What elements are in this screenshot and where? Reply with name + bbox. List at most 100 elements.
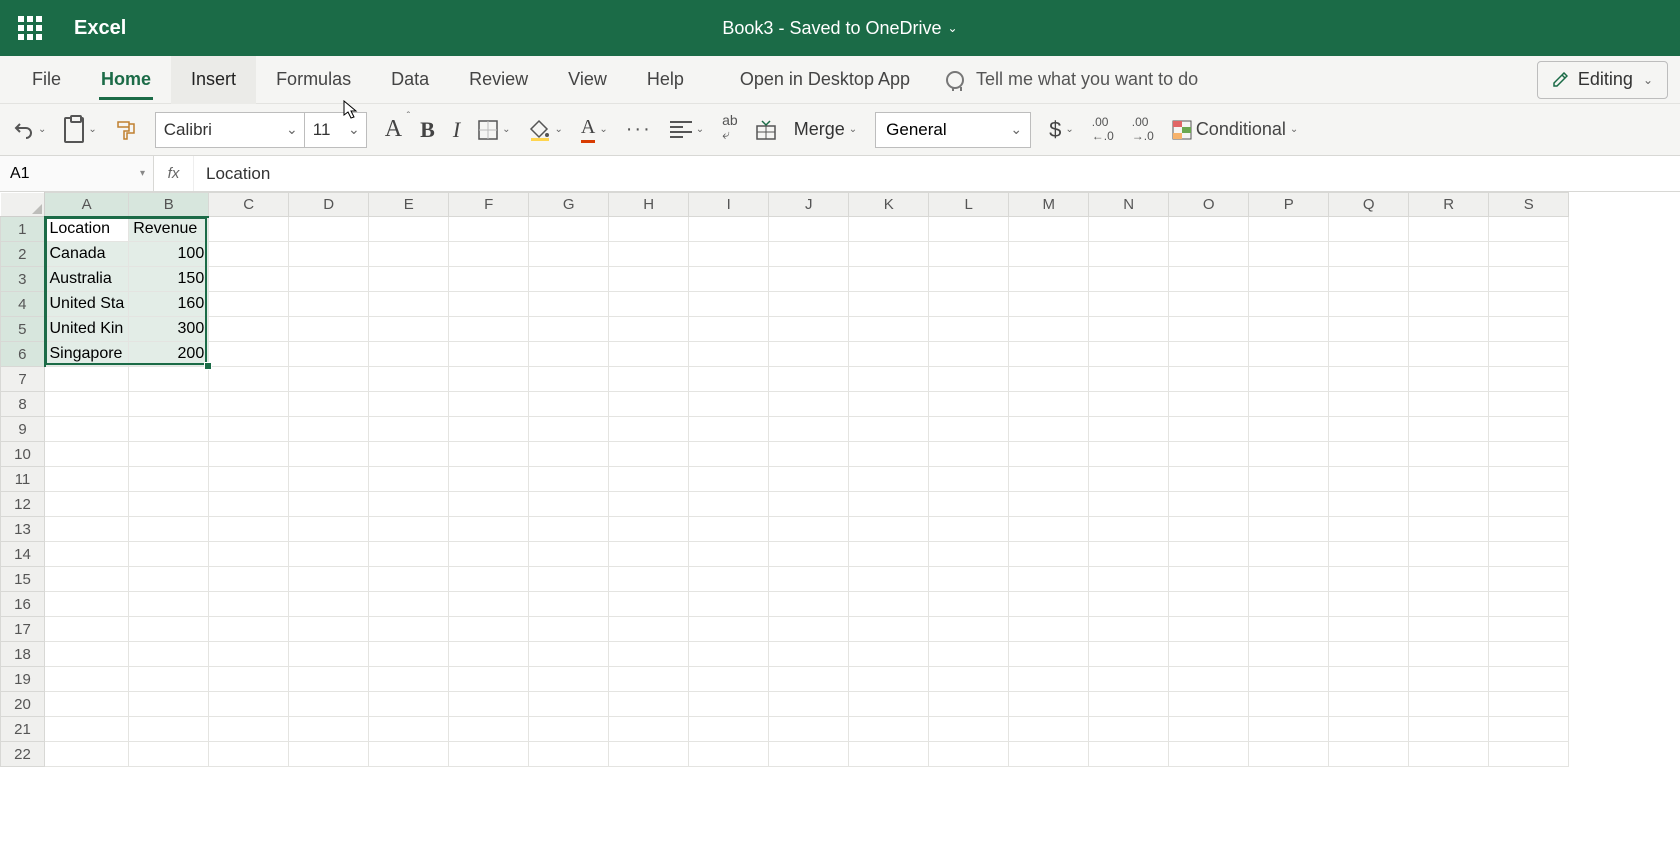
cell-B5[interactable]: 300 (129, 317, 209, 342)
cell-N4[interactable] (1089, 292, 1169, 317)
row-header-17[interactable]: 17 (1, 617, 45, 642)
cell-H2[interactable] (609, 242, 689, 267)
cell-R11[interactable] (1409, 467, 1489, 492)
cell-J7[interactable] (769, 367, 849, 392)
cell-K14[interactable] (849, 542, 929, 567)
cell-D3[interactable] (289, 267, 369, 292)
cell-C6[interactable] (209, 342, 289, 367)
cell-H15[interactable] (609, 567, 689, 592)
cell-R3[interactable] (1409, 267, 1489, 292)
row-header-11[interactable]: 11 (1, 467, 45, 492)
cell-N12[interactable] (1089, 492, 1169, 517)
font-name-select[interactable]: Calibri (155, 112, 305, 148)
cell-N16[interactable] (1089, 592, 1169, 617)
cell-J18[interactable] (769, 642, 849, 667)
cell-J13[interactable] (769, 517, 849, 542)
cell-K9[interactable] (849, 417, 929, 442)
row-header-4[interactable]: 4 (1, 292, 45, 317)
cell-L1[interactable] (929, 217, 1009, 242)
cell-P7[interactable] (1249, 367, 1329, 392)
cell-C17[interactable] (209, 617, 289, 642)
font-color-button[interactable]: A ⌄ (581, 113, 608, 147)
cell-J22[interactable] (769, 742, 849, 767)
cell-B20[interactable] (129, 692, 209, 717)
cell-O19[interactable] (1169, 667, 1249, 692)
cell-H18[interactable] (609, 642, 689, 667)
cell-K20[interactable] (849, 692, 929, 717)
cell-E8[interactable] (369, 392, 449, 417)
cell-M2[interactable] (1009, 242, 1089, 267)
cell-D15[interactable] (289, 567, 369, 592)
cell-G8[interactable] (529, 392, 609, 417)
cell-P12[interactable] (1249, 492, 1329, 517)
row-header-14[interactable]: 14 (1, 542, 45, 567)
cell-G15[interactable] (529, 567, 609, 592)
cell-O1[interactable] (1169, 217, 1249, 242)
cell-O11[interactable] (1169, 467, 1249, 492)
cell-R7[interactable] (1409, 367, 1489, 392)
cell-D19[interactable] (289, 667, 369, 692)
editing-mode-button[interactable]: Editing ⌄ (1537, 61, 1668, 99)
cell-K12[interactable] (849, 492, 929, 517)
cell-G13[interactable] (529, 517, 609, 542)
insert-cells-button[interactable] (756, 113, 776, 147)
merge-button[interactable]: Merge ⌄ (794, 113, 857, 147)
tab-home[interactable]: Home (81, 56, 171, 104)
cell-L14[interactable] (929, 542, 1009, 567)
cell-E18[interactable] (369, 642, 449, 667)
cell-S19[interactable] (1489, 667, 1569, 692)
more-font-options-button[interactable]: ··· (626, 113, 652, 147)
cell-D20[interactable] (289, 692, 369, 717)
cell-F4[interactable] (449, 292, 529, 317)
cell-N18[interactable] (1089, 642, 1169, 667)
cell-Q1[interactable] (1329, 217, 1409, 242)
cell-N17[interactable] (1089, 617, 1169, 642)
cell-B18[interactable] (129, 642, 209, 667)
cell-I6[interactable] (689, 342, 769, 367)
cell-O12[interactable] (1169, 492, 1249, 517)
cell-G18[interactable] (529, 642, 609, 667)
row-header-9[interactable]: 9 (1, 417, 45, 442)
cell-I18[interactable] (689, 642, 769, 667)
row-header-2[interactable]: 2 (1, 242, 45, 267)
cell-R4[interactable] (1409, 292, 1489, 317)
cell-H17[interactable] (609, 617, 689, 642)
cell-A22[interactable] (45, 742, 129, 767)
cell-M9[interactable] (1009, 417, 1089, 442)
cell-O16[interactable] (1169, 592, 1249, 617)
cell-R16[interactable] (1409, 592, 1489, 617)
cell-E4[interactable] (369, 292, 449, 317)
undo-button[interactable]: ⌄ (14, 113, 46, 147)
cell-K4[interactable] (849, 292, 929, 317)
cell-P1[interactable] (1249, 217, 1329, 242)
cell-C13[interactable] (209, 517, 289, 542)
cell-P11[interactable] (1249, 467, 1329, 492)
cell-S22[interactable] (1489, 742, 1569, 767)
cell-R21[interactable] (1409, 717, 1489, 742)
cell-O7[interactable] (1169, 367, 1249, 392)
cell-C21[interactable] (209, 717, 289, 742)
row-header-21[interactable]: 21 (1, 717, 45, 742)
cell-A11[interactable] (45, 467, 129, 492)
cell-E16[interactable] (369, 592, 449, 617)
cell-M18[interactable] (1009, 642, 1089, 667)
cell-G9[interactable] (529, 417, 609, 442)
cell-A19[interactable] (45, 667, 129, 692)
cell-M6[interactable] (1009, 342, 1089, 367)
cell-J5[interactable] (769, 317, 849, 342)
cell-I20[interactable] (689, 692, 769, 717)
cell-L7[interactable] (929, 367, 1009, 392)
cell-P18[interactable] (1249, 642, 1329, 667)
cell-Q12[interactable] (1329, 492, 1409, 517)
cell-B2[interactable]: 100 (129, 242, 209, 267)
row-header-10[interactable]: 10 (1, 442, 45, 467)
cell-J4[interactable] (769, 292, 849, 317)
cell-Q20[interactable] (1329, 692, 1409, 717)
cell-H5[interactable] (609, 317, 689, 342)
cell-Q19[interactable] (1329, 667, 1409, 692)
cell-M5[interactable] (1009, 317, 1089, 342)
tab-insert[interactable]: Insert (171, 56, 256, 104)
cell-F18[interactable] (449, 642, 529, 667)
row-header-22[interactable]: 22 (1, 742, 45, 767)
cell-K22[interactable] (849, 742, 929, 767)
